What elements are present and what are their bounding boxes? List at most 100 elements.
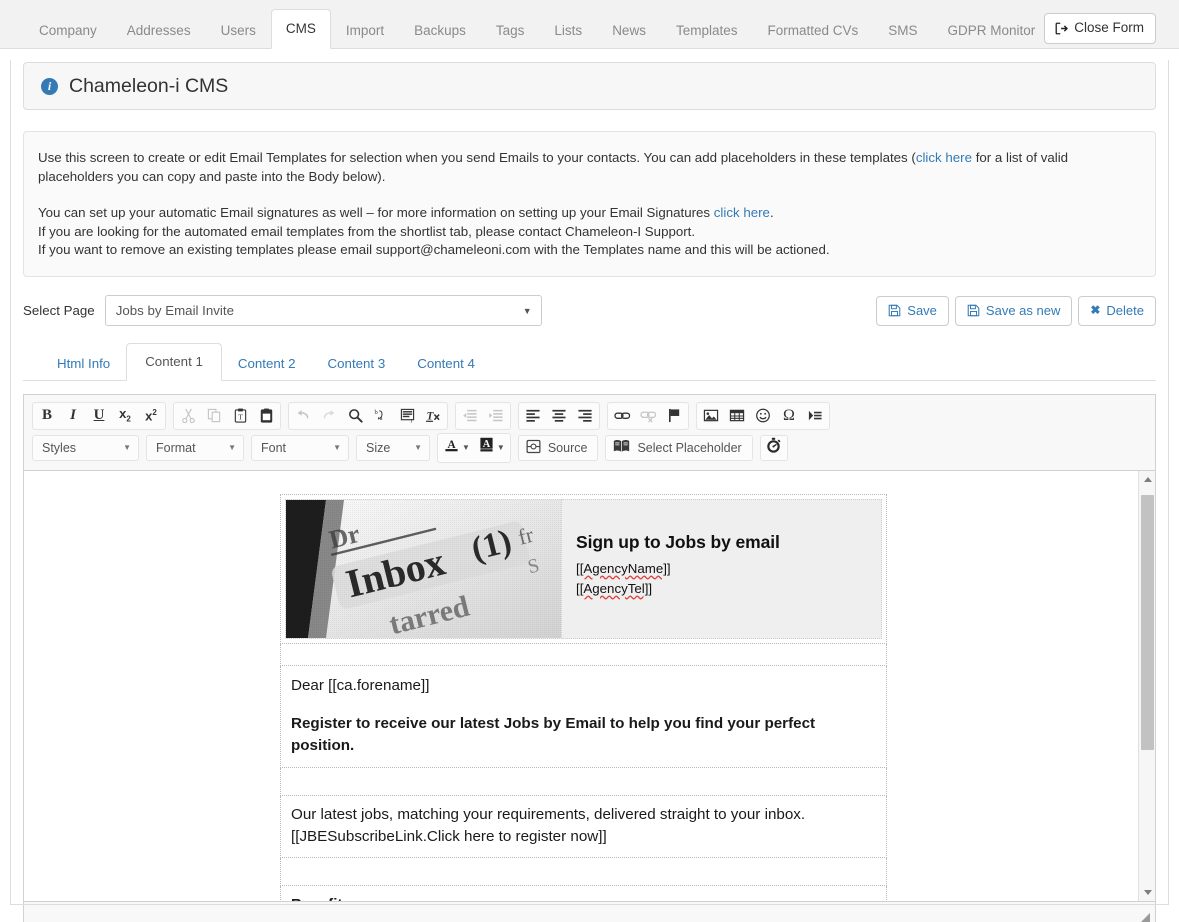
action-button-group: Save Save as new ✖ Delete xyxy=(876,295,1156,326)
toolbar-group-colors: A ▼ A ▼ xyxy=(437,432,511,463)
cut-icon xyxy=(175,404,201,428)
document-spacer-2 xyxy=(280,767,887,796)
nav-tab-backups[interactable]: Backups xyxy=(399,13,481,49)
subscript-icon[interactable]: x2 xyxy=(112,404,138,428)
nav-tab-lists[interactable]: Lists xyxy=(539,13,597,49)
anchor-flag-icon[interactable] xyxy=(661,404,687,428)
paste-text-icon[interactable]: T xyxy=(227,404,253,428)
agency-name-placeholder: [[AgencyName]] xyxy=(576,560,671,576)
save-button[interactable]: Save xyxy=(876,295,949,326)
format-dropdown[interactable]: Format ▼ xyxy=(146,434,244,461)
nav-tab-tags[interactable]: Tags xyxy=(481,13,540,49)
align-center-icon[interactable] xyxy=(546,404,572,428)
toolbar-group-clipboard: T xyxy=(173,401,281,430)
outdent-icon xyxy=(457,404,483,428)
scroll-down-arrow[interactable] xyxy=(1139,884,1155,901)
image-icon[interactable] xyxy=(698,404,724,428)
hero-heading: Sign up to Jobs by email xyxy=(576,531,780,552)
special-char-icon[interactable]: Ω xyxy=(776,404,802,428)
nav-tab-sms[interactable]: SMS xyxy=(873,13,932,49)
select-placeholder-label: Select Placeholder xyxy=(637,440,742,455)
select-page-row: Select Page Jobs by Email Invite ▼ Save xyxy=(23,295,1156,327)
font-dropdown[interactable]: Font ▼ xyxy=(251,434,349,461)
svg-text:I: I xyxy=(410,419,412,423)
info-p2-text-before: You can set up your automatic Email sign… xyxy=(38,205,714,220)
stopwatch-button[interactable] xyxy=(759,434,788,461)
inbox-photo: Inbox (1) Dr tarred fr S xyxy=(285,498,562,639)
smiley-icon[interactable] xyxy=(750,404,776,428)
svg-text:T: T xyxy=(238,412,243,421)
styles-dropdown[interactable]: Styles ▼ xyxy=(32,434,139,461)
close-form-button[interactable]: Close Form xyxy=(1044,13,1156,44)
nav-tab-news[interactable]: News xyxy=(597,13,661,49)
font-dropdown-label: Font xyxy=(261,440,287,455)
info-paragraph-3: If you are looking for the automated ema… xyxy=(38,223,696,239)
select-all-icon[interactable]: I xyxy=(394,404,420,428)
nav-tab-addresses[interactable]: Addresses xyxy=(112,13,206,49)
nav-tab-company[interactable]: Company xyxy=(24,13,112,49)
page-body: i Chameleon-i CMS Use this screen to cre… xyxy=(0,62,1179,922)
toolbar-row-1: B I U x2 x2 T b a I T Ω xyxy=(28,401,1151,432)
nav-tab-templates[interactable]: Templates xyxy=(661,13,753,49)
background-color-button[interactable]: A ▼ xyxy=(474,435,509,461)
info-icon: i xyxy=(41,77,58,95)
hero-text-block: Sign up to Jobs by email [[AgencyName]] … xyxy=(562,498,882,639)
tab-content-1[interactable]: Content 1 xyxy=(126,342,222,381)
select-page-dropdown[interactable]: Jobs by Email Invite ▼ xyxy=(104,295,542,326)
tab-content-3[interactable]: Content 3 xyxy=(312,346,402,381)
toolbar-row-2: Styles ▼ Format ▼ Font ▼ Size ▼ A ▼ A ▼ … xyxy=(28,432,1151,465)
resize-grip[interactable] xyxy=(1137,912,1151,922)
page-title: Chameleon-i CMS xyxy=(69,74,229,97)
paste-word-icon[interactable] xyxy=(253,404,279,428)
chevron-down-icon: ▼ xyxy=(228,443,236,452)
tab-content-2[interactable]: Content 2 xyxy=(222,346,312,381)
size-dropdown[interactable]: Size ▼ xyxy=(356,434,430,461)
greeting-paragraph: Dear [[ca.forename]] Register to receive… xyxy=(280,665,887,768)
select-page-label: Select Page xyxy=(23,303,95,318)
text-color-button[interactable]: A ▼ xyxy=(439,435,474,461)
link-icon[interactable] xyxy=(609,404,635,428)
svg-text:b: b xyxy=(374,409,378,416)
editor-vertical-scrollbar[interactable] xyxy=(1138,470,1155,901)
undo-icon xyxy=(290,404,316,428)
nav-tab-formatted-cvs[interactable]: Formatted CVs xyxy=(752,13,873,49)
delete-button[interactable]: ✖ Delete xyxy=(1078,295,1156,326)
chevron-down-icon: ▼ xyxy=(462,443,470,452)
content-tab-bar: Html Info Content 1 Content 2 Content 3 … xyxy=(23,342,1156,381)
select-placeholder-button[interactable]: Select Placeholder xyxy=(605,434,753,461)
tab-content-4[interactable]: Content 4 xyxy=(401,346,491,381)
signatures-link[interactable]: click here xyxy=(714,205,770,220)
email-template-document: Inbox (1) Dr tarred fr S xyxy=(280,493,887,901)
editor-content-area[interactable]: Inbox (1) Dr tarred fr S xyxy=(24,470,1155,901)
hero-block: Inbox (1) Dr tarred fr S xyxy=(280,493,887,644)
superscript-icon[interactable]: x2 xyxy=(138,404,164,428)
select-page-value: Jobs by Email Invite xyxy=(115,303,234,318)
scroll-thumb[interactable] xyxy=(1141,494,1154,750)
nav-tab-users[interactable]: Users xyxy=(206,13,271,49)
scroll-up-arrow[interactable] xyxy=(1139,471,1155,488)
document-spacer-row xyxy=(280,643,887,666)
source-button[interactable]: Source xyxy=(517,434,599,461)
align-right-icon[interactable] xyxy=(572,404,598,428)
underline-icon[interactable]: U xyxy=(86,404,112,428)
table-icon[interactable] xyxy=(724,404,750,428)
find-icon[interactable] xyxy=(342,404,368,428)
tab-html-info[interactable]: Html Info xyxy=(41,346,126,381)
agency-tel-placeholder: [[AgencyTel]] xyxy=(576,580,653,596)
styles-dropdown-label: Styles xyxy=(42,440,77,455)
remove-format-icon[interactable]: T xyxy=(420,404,446,428)
italic-icon[interactable]: I xyxy=(60,404,86,428)
align-left-icon[interactable] xyxy=(520,404,546,428)
bold-icon[interactable]: B xyxy=(34,404,60,428)
nav-tab-cms[interactable]: CMS xyxy=(270,9,331,49)
placeholders-link[interactable]: click here xyxy=(916,150,972,165)
panel-heading: i Chameleon-i CMS xyxy=(23,62,1156,110)
page-break-icon[interactable] xyxy=(802,404,828,428)
nav-tab-gdpr-monitor[interactable]: GDPR Monitor xyxy=(933,13,1051,49)
nav-tab-import[interactable]: Import xyxy=(331,13,399,49)
replace-icon[interactable]: ba xyxy=(368,404,394,428)
toolbar-group-alignment xyxy=(518,401,600,430)
copy-icon xyxy=(201,404,227,428)
info-well-gap xyxy=(38,186,1141,204)
save-as-new-button[interactable]: Save as new xyxy=(954,295,1073,326)
